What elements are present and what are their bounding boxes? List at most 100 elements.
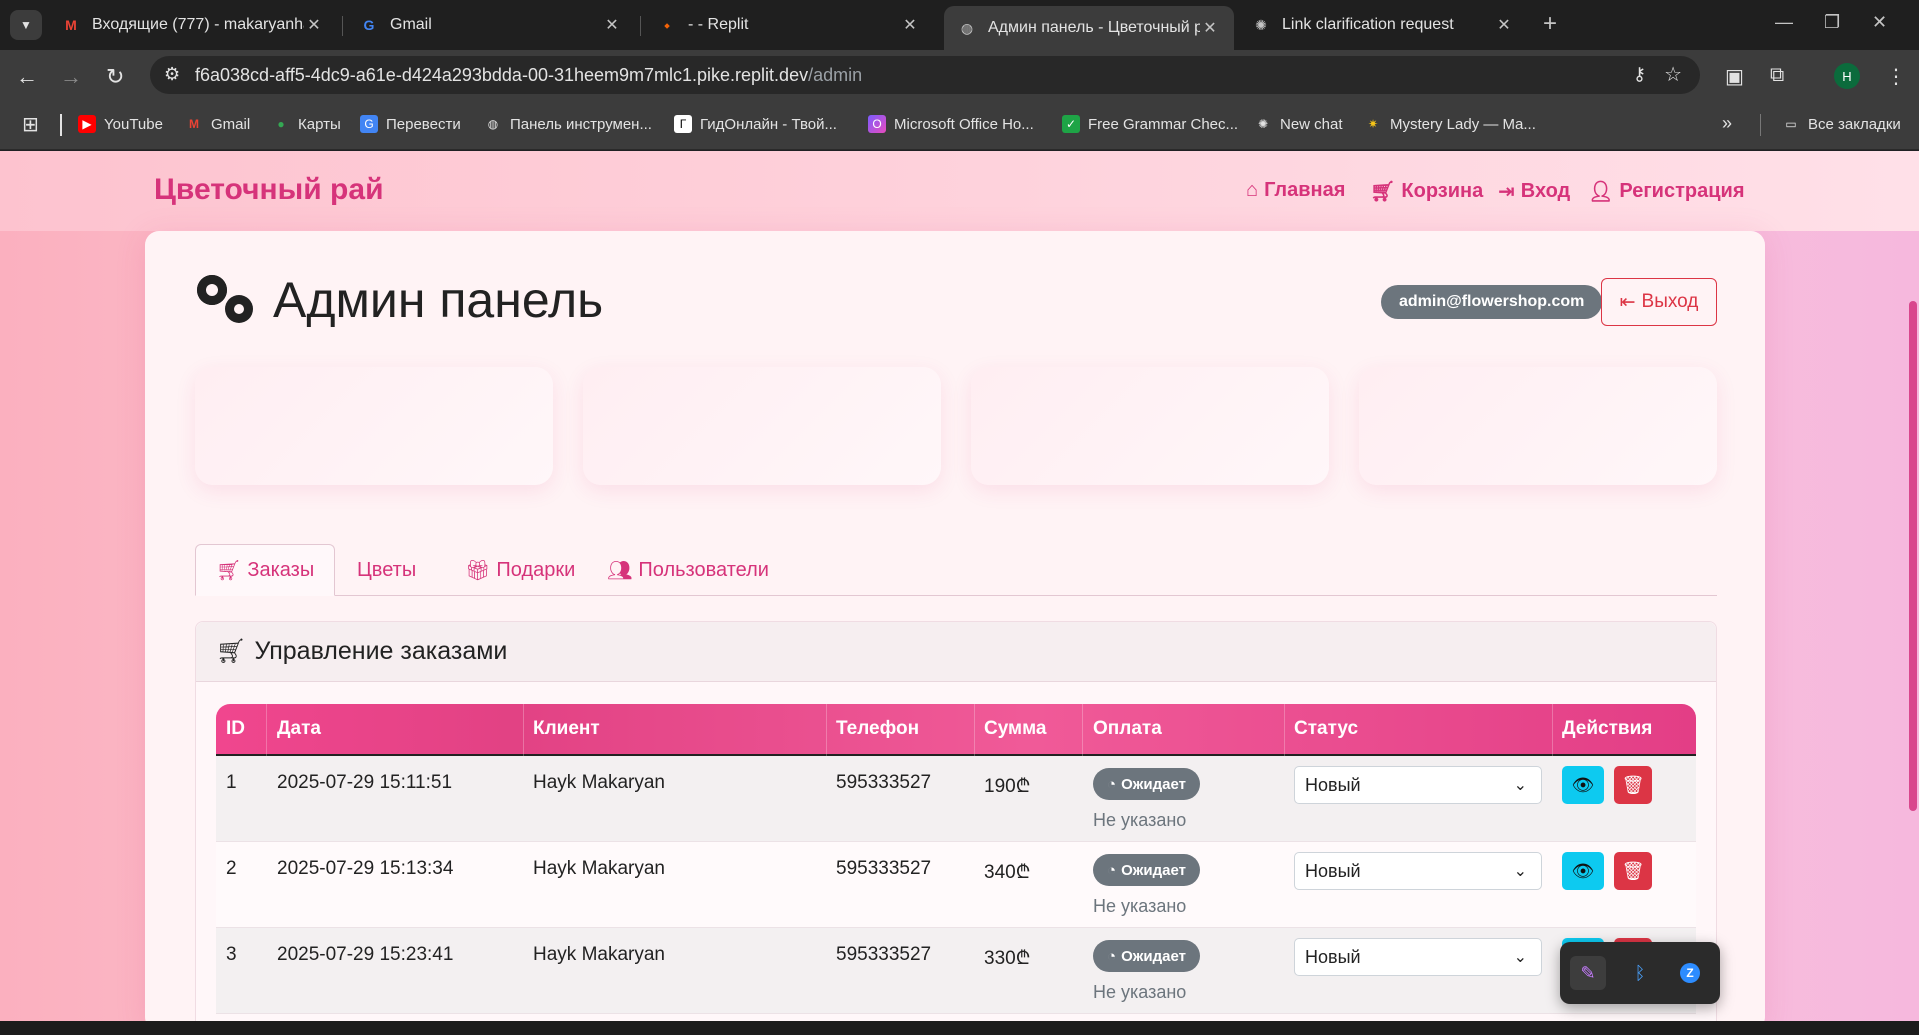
maps-icon: ● (277, 117, 285, 131)
all-bookmarks[interactable]: ▭ Все закладки (1782, 115, 1900, 133)
tab-search-button[interactable]: ▼ (10, 10, 42, 40)
key-icon[interactable]: ⚷ (1633, 64, 1646, 85)
view-order-button[interactable]: 👁︎ (1562, 852, 1604, 890)
chevron-right-icon[interactable]: » (1722, 113, 1732, 134)
back-icon[interactable]: ← (16, 64, 38, 90)
nav-login[interactable]: ⇥ Вход (1498, 179, 1570, 204)
column-header[interactable]: Статус (1294, 718, 1358, 740)
nav-register[interactable]: 👤︎ Регистрация (1588, 179, 1745, 204)
cart-icon: 🛒︎ (216, 638, 247, 665)
column-header[interactable]: Телефон (836, 718, 919, 740)
delete-order-button[interactable]: 🗑︎ (1614, 766, 1652, 804)
stat-card (583, 367, 941, 485)
globe-icon: ◍ (960, 19, 974, 36)
user-plus-icon: 👤︎ (1588, 181, 1614, 203)
tab-gifts[interactable]: 🎁︎ Подарки (445, 544, 595, 596)
close-window-icon[interactable]: ✕ (1872, 12, 1887, 33)
bookmark-gmail[interactable]: M Gmail (185, 115, 250, 133)
browser-tab-active[interactable]: ◍ Админ панель - Цветочный ра ✕ (944, 6, 1234, 50)
admin-card: Админ панель admin@flowershop.com ⇤ Выход… (145, 231, 1765, 1021)
page-title-text: Админ панель (273, 272, 604, 328)
nav-cart[interactable]: 🛒︎ Корзина (1370, 179, 1483, 204)
brand-logo[interactable]: Цветочный рай (154, 173, 384, 207)
orders-table: ID Дата Клиент Телефон Сумма Оплата Стат… (216, 704, 1696, 1014)
bookmark-youtube[interactable]: ▶ YouTube (78, 115, 163, 133)
column-header[interactable]: ID (226, 718, 245, 740)
site-settings-icon[interactable]: ⚙ (164, 64, 180, 85)
status-select[interactable]: Новый ⌄ (1294, 766, 1542, 804)
more-menu-icon[interactable]: ⋮ (1886, 64, 1906, 89)
feather-icon[interactable]: ✎ (1570, 956, 1606, 990)
extension-icon[interactable]: ▣ (1725, 64, 1744, 89)
order-sum: 190₾ (984, 776, 1031, 797)
bookmark-gidonline[interactable]: Г ГидОнлайн - Твой... (674, 115, 837, 133)
address-bar[interactable]: ⚙ f6a038cd-aff5-4dc9-a61e-d424a293bdda-0… (150, 56, 1700, 94)
status-select[interactable]: Новый ⌄ (1294, 852, 1542, 890)
bookmark-maps[interactable]: ● Карты (272, 115, 340, 133)
close-icon[interactable]: ✕ (900, 15, 920, 35)
bookmark-translate[interactable]: G Перевести (360, 115, 461, 133)
view-order-button[interactable]: 👁︎ (1562, 766, 1604, 804)
close-icon[interactable]: ✕ (1494, 15, 1514, 35)
close-icon[interactable]: ✕ (304, 15, 324, 35)
nav-home[interactable]: ⌂ Главная (1246, 179, 1345, 202)
browser-tab[interactable]: ⬩ - - Replit ✕ (644, 8, 934, 42)
page-scrollbar[interactable] (1907, 231, 1919, 1021)
bluetooth-icon[interactable]: ᛒ (1622, 956, 1658, 990)
eye-icon: 👁︎ (1571, 774, 1595, 795)
browser-toolbar: ← → ↻ ⚙ f6a038cd-aff5-4dc9-a61e-d424a293… (0, 50, 1919, 100)
globe-icon: ◍ (487, 117, 499, 131)
logout-button[interactable]: ⇤ Выход (1601, 278, 1717, 326)
tab-users[interactable]: 👥︎ Пользователи (587, 544, 789, 596)
browser-tab[interactable]: M Входящие (777) - makaryanhay ✕ (48, 8, 338, 42)
stat-card (971, 367, 1329, 485)
new-tab-button[interactable]: + (1543, 10, 1557, 38)
bookmark-grammar[interactable]: ✓ Free Grammar Chec... (1062, 115, 1238, 133)
clock-icon: ◔ (1107, 861, 1117, 879)
column-header[interactable]: Оплата (1093, 718, 1162, 740)
browser-tab[interactable]: ✺ Link clarification request ✕ (1238, 8, 1528, 42)
folder-icon: ▭ (1785, 117, 1797, 131)
bookmark-office[interactable]: O Microsoft Office Ho... (868, 115, 1034, 133)
avatar[interactable]: H (1834, 63, 1860, 89)
delete-order-button[interactable]: 🗑︎ (1614, 852, 1652, 890)
site-navbar: Цветочный рай ⌂ Главная 🛒︎ Корзина ⇥ Вход 👤… (0, 151, 1919, 231)
status-select[interactable]: Новый ⌄ (1294, 938, 1542, 976)
tab-flowers[interactable]: Цветы (337, 544, 436, 596)
zoom-icon[interactable]: Z (1672, 956, 1708, 990)
bookmark-star-icon[interactable]: ☆ (1664, 62, 1682, 87)
reload-icon[interactable]: ↻ (106, 64, 124, 90)
payment-note: Не указано (1093, 896, 1187, 916)
browser-tab[interactable]: G Gmail ✕ (346, 8, 636, 42)
column-header[interactable]: Действия (1562, 718, 1652, 740)
tab-orders[interactable]: 🛒︎ Заказы (195, 544, 336, 596)
stat-card (195, 367, 553, 485)
tab-title: Link clarification request (1282, 16, 1454, 33)
payment-status-badge: ◔ Ожидает (1093, 854, 1200, 886)
minimize-icon[interactable]: — (1775, 12, 1793, 33)
chevron-down-icon: ⌄ (1513, 777, 1527, 794)
table-row: 2 2025-07-29 15:13:34 Hayk Makaryan 5953… (216, 842, 1696, 928)
gidonline-icon: Г (674, 115, 692, 133)
column-header[interactable]: Сумма (984, 718, 1046, 740)
order-client: Hayk Makaryan (533, 858, 665, 879)
bookmark-new-chat[interactable]: ✺ New chat (1254, 115, 1343, 133)
forward-icon[interactable]: → (60, 64, 82, 90)
sign-in-icon: ⇥ (1498, 181, 1515, 203)
close-icon[interactable]: ✕ (602, 15, 622, 35)
openai-icon: ✺ (1255, 16, 1267, 33)
scrollbar-thumb[interactable] (1909, 301, 1917, 811)
chevron-down-icon: ⌄ (1513, 949, 1527, 966)
column-header[interactable]: Клиент (533, 718, 600, 740)
puzzle-icon[interactable]: ⧉ (1770, 64, 1784, 87)
apps-icon[interactable]: ⊞ (22, 112, 39, 137)
bookmark-panel[interactable]: ◍ Панель инструмен... (484, 115, 652, 133)
bookmark-mystery-lady[interactable]: ✷ Mystery Lady — Ma... (1364, 115, 1536, 133)
restore-icon[interactable]: ❐ (1824, 12, 1840, 33)
close-icon[interactable]: ✕ (1200, 18, 1220, 38)
order-sum: 330₾ (984, 948, 1031, 969)
gmail-icon: M (65, 17, 77, 33)
tab-separator (342, 16, 343, 36)
column-header[interactable]: Дата (277, 718, 321, 740)
table-row: 3 2025-07-29 15:23:41 Hayk Makaryan 5953… (216, 928, 1696, 1014)
